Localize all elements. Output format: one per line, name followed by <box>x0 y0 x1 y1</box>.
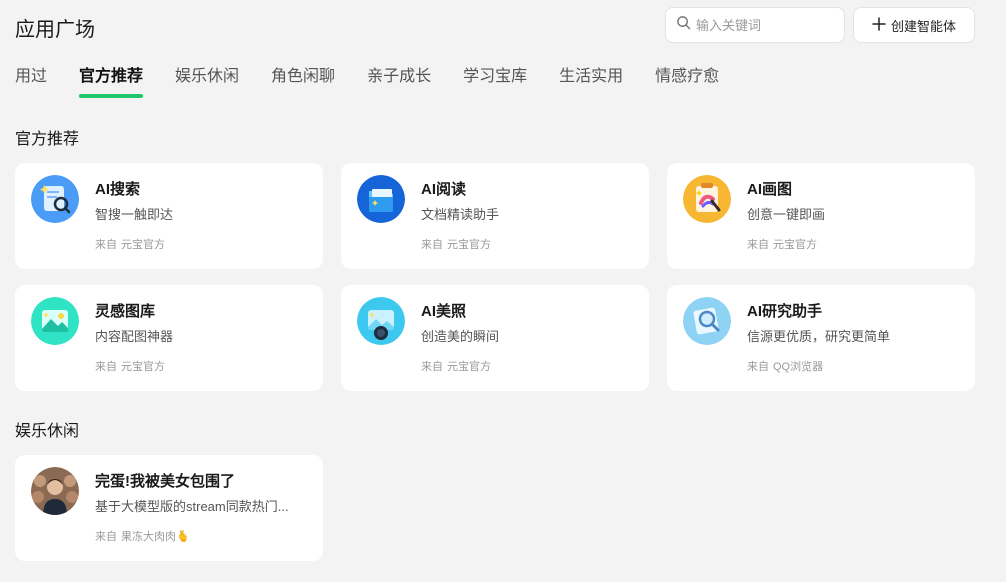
app-card-surrounded-by-beauties[interactable]: 完蛋!我被美女包围了 基于大模型版的stream同款热门... 来自 果冻大肉肉🫰 <box>15 455 323 561</box>
card-source: 来自 元宝官方 <box>95 236 165 252</box>
section-title-entertainment: 娱乐休闲 <box>15 423 80 440</box>
card-description: 智搜一触即达 <box>95 207 174 222</box>
card-source-prefix: 来自 <box>95 531 117 543</box>
plus-icon <box>872 16 886 34</box>
card-description: 文档精读助手 <box>421 207 500 222</box>
card-source: 来自 元宝官方 <box>421 236 491 252</box>
app-card-inspiration-gallery[interactable]: 灵感图库 内容配图神器 来自 元宝官方 <box>15 285 323 391</box>
card-source-name: 元宝官方 <box>447 239 491 251</box>
card-source: 来自 QQ浏览器 <box>747 358 823 374</box>
card-source: 来自 元宝官方 <box>747 236 817 252</box>
card-source-name: QQ浏览器 <box>773 361 824 373</box>
card-description: 内容配图神器 <box>95 329 174 344</box>
card-description: 创意一键即画 <box>747 207 826 222</box>
app-card-ai-photo[interactable]: AI美照 创造美的瞬间 来自 元宝官方 <box>341 285 649 391</box>
card-source: 来自 元宝官方 <box>421 358 491 374</box>
app-card-ai-search[interactable]: AI搜索 智搜一触即达 来自 元宝官方 <box>15 163 323 269</box>
tab-official[interactable]: 官方推荐 <box>79 66 144 98</box>
ai-reading-icon <box>357 175 405 223</box>
card-description: 创造美的瞬间 <box>421 329 500 344</box>
card-source-prefix: 来自 <box>95 361 117 373</box>
card-source-prefix: 来自 <box>421 239 443 251</box>
ai-drawing-icon <box>683 175 731 223</box>
section-title-official: 官方推荐 <box>15 131 80 148</box>
search-icon <box>676 15 691 35</box>
app-card-ai-research[interactable]: AI研究助手 信源更优质，研究更简单 来自 QQ浏览器 <box>667 285 975 391</box>
card-source-prefix: 来自 <box>747 361 769 373</box>
card-description: 基于大模型版的stream同款热门... <box>95 499 289 514</box>
tab-entertainment[interactable]: 娱乐休闲 <box>175 66 239 98</box>
category-tabs: 用过 官方推荐 娱乐休闲 角色闲聊 亲子成长 学习宝库 生活实用 情感疗愈 <box>15 66 751 100</box>
card-title: AI画图 <box>747 181 793 198</box>
card-source-name: 果冻大肉肉🫰 <box>121 531 190 543</box>
card-title: AI研究助手 <box>747 303 823 320</box>
card-title: AI美照 <box>421 303 467 320</box>
search-input[interactable] <box>696 17 836 33</box>
ai-research-icon <box>683 297 731 345</box>
app-card-ai-drawing[interactable]: AI画图 创意一键即画 来自 元宝官方 <box>667 163 975 269</box>
page-title: 应用广场 <box>15 19 95 41</box>
card-source-name: 元宝官方 <box>773 239 817 251</box>
tab-used[interactable]: 用过 <box>15 66 47 98</box>
card-title: AI搜索 <box>95 181 141 198</box>
card-source-name: 元宝官方 <box>447 361 491 373</box>
card-source: 来自 元宝官方 <box>95 358 165 374</box>
card-source-name: 元宝官方 <box>121 361 165 373</box>
card-source-name: 元宝官方 <box>121 239 165 251</box>
create-agent-label: 创建智能体 <box>890 18 956 34</box>
ai-search-icon <box>31 175 79 223</box>
tab-learning[interactable]: 学习宝库 <box>463 66 527 98</box>
search-box[interactable] <box>665 7 845 43</box>
card-source-prefix: 来自 <box>747 239 769 251</box>
create-agent-button[interactable]: 创建智能体 <box>853 7 975 43</box>
tab-life[interactable]: 生活实用 <box>559 66 623 98</box>
card-title: AI阅读 <box>421 181 467 198</box>
inspiration-gallery-icon <box>31 297 79 345</box>
ai-photo-icon <box>357 297 405 345</box>
avatar-photo-icon <box>31 467 79 515</box>
card-source-prefix: 来自 <box>421 361 443 373</box>
card-title: 完蛋!我被美女包围了 <box>95 473 235 490</box>
card-source: 来自 果冻大肉肉🫰 <box>95 528 190 544</box>
card-description: 信源更优质，研究更简单 <box>747 329 891 344</box>
app-card-ai-reading[interactable]: AI阅读 文档精读助手 来自 元宝官方 <box>341 163 649 269</box>
tab-roleplay[interactable]: 角色闲聊 <box>271 66 335 98</box>
tab-emotional[interactable]: 情感疗愈 <box>655 66 719 98</box>
card-source-prefix: 来自 <box>95 239 117 251</box>
card-title: 灵感图库 <box>95 303 156 320</box>
tab-parenting[interactable]: 亲子成长 <box>367 66 431 98</box>
